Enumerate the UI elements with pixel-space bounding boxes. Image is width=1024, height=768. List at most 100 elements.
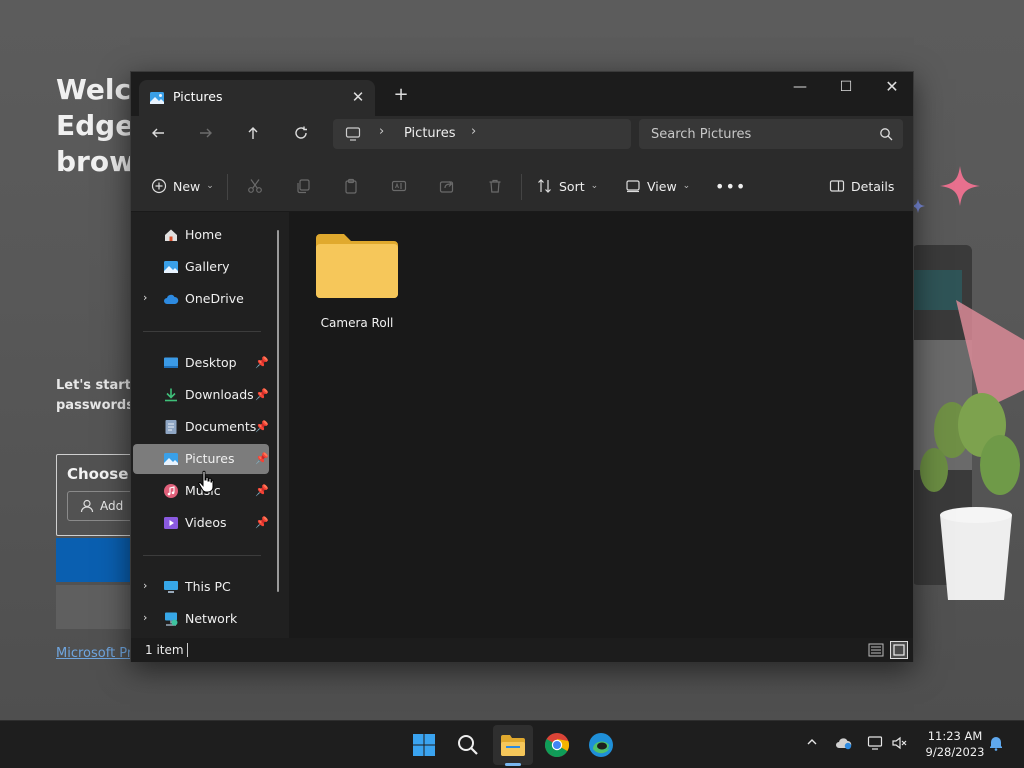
address-bar[interactable]: › Pictures › [333,119,631,149]
more-options-icon[interactable]: ••• [715,172,746,200]
chevron-right-icon[interactable]: › [143,611,147,624]
share-icon [439,181,454,193]
forward-arrow-icon [200,128,212,138]
decorative-plant-illustration [912,245,1024,600]
file-explorer-window: Pictures ✕ + — ☐ ✕ › Pictures › Search P… [130,71,914,662]
chevron-down-icon: ⌄ [682,181,691,191]
bell-icon [990,737,1002,751]
divider [227,174,228,200]
pin-icon[interactable]: 📌 [255,356,269,369]
chevron-down-icon: ⌄ [206,181,214,191]
close-tab-icon[interactable]: ✕ [347,86,369,108]
item-count: 1 item [145,643,184,657]
start-windows-icon[interactable] [408,729,440,761]
pin-icon[interactable]: 📌 [255,420,269,433]
speaker-muted-icon [892,736,907,750]
close-window-button[interactable]: ✕ [869,72,915,102]
title-bar: Pictures ✕ + — ☐ ✕ [131,72,913,116]
onedrive-tray-icon[interactable] [834,735,854,755]
maximize-button[interactable]: ☐ [823,72,869,102]
view-button[interactable]: View ⌄ [625,172,690,200]
sidebar-item-onedrive[interactable]: › OneDrive [133,284,269,314]
pin-icon[interactable]: 📌 [255,388,269,401]
breadcrumb-pictures[interactable]: Pictures [404,126,455,141]
cut-button[interactable] [247,172,263,200]
folder-item-camera-roll[interactable]: Camera Roll [311,230,403,334]
scissors-icon [248,179,262,193]
view-icon [626,180,640,193]
new-tab-button[interactable]: + [389,84,413,108]
active-app-indicator [505,763,521,766]
back-button[interactable] [143,120,173,150]
search-input[interactable] [651,125,861,143]
edge-icon[interactable] [585,729,617,761]
sidebar-item-label: Documents [185,419,257,434]
details-view-icon[interactable] [867,641,885,659]
sidebar-item-home[interactable]: Home [133,220,269,250]
hand-cursor-icon [198,470,214,493]
search-icon[interactable] [879,127,893,141]
chevron-up-icon[interactable] [802,735,822,755]
sparkle-icon [940,166,980,206]
network-tray-icon[interactable] [866,735,886,755]
refresh-button[interactable] [286,120,316,150]
navigation-pane: Home Gallery › OneDrive Desktop 📌 Downlo… [131,212,289,638]
tab-title: Pictures [173,89,223,104]
chevron-down-icon: ⌄ [590,181,599,191]
sidebar-item-videos[interactable]: Videos 📌 [133,508,269,538]
notification-bell-icon[interactable] [986,735,1006,755]
chevron-right-icon[interactable]: › [379,124,384,139]
search-icon[interactable] [452,729,484,761]
chevron-right-icon[interactable]: › [471,124,476,139]
sort-button[interactable]: Sort ⌄ [537,172,598,200]
plus-circle-icon [151,178,167,194]
pin-icon[interactable]: 📌 [255,516,269,529]
chevron-right-icon[interactable]: › [143,291,147,304]
rename-button[interactable] [391,172,407,200]
sidebar-item-documents[interactable]: Documents 📌 [133,412,269,442]
sidebar-item-gallery[interactable]: Gallery [133,252,269,282]
navigation-scrollbar[interactable] [277,230,279,592]
sidebar-item-desktop[interactable]: Desktop 📌 [133,348,269,378]
pin-icon[interactable]: 📌 [255,484,269,497]
large-icons-view-icon[interactable] [890,641,908,659]
minimize-button[interactable]: — [777,72,823,102]
back-arrow-icon [152,128,164,138]
computer-icon [164,581,178,593]
clipboard-icon [345,178,357,194]
up-button[interactable] [238,120,268,150]
refresh-icon [295,126,307,139]
delete-button[interactable] [487,172,503,200]
sort-label: Sort [559,178,585,194]
tab-pictures[interactable]: Pictures ✕ [139,80,375,116]
chrome-icon[interactable] [541,729,573,761]
share-button[interactable] [439,172,455,200]
folder-name: Camera Roll [320,316,394,330]
cloud-icon [836,738,852,750]
add-profile-label: Add [100,499,124,513]
sidebar-item-network[interactable]: › Network [133,604,269,634]
sidebar-item-this-pc[interactable]: › This PC [133,572,269,602]
paste-button[interactable] [343,172,359,200]
sidebar-item-label: Network [185,611,238,626]
new-button[interactable]: New ⌄ [151,172,214,200]
details-button[interactable]: Details [829,172,894,200]
copy-button[interactable] [295,172,311,200]
navigation-bar: › Pictures › [131,116,913,160]
view-label: View [647,178,677,194]
folder-icon[interactable] [497,729,529,761]
sidebar-item-label: Gallery [185,259,230,274]
sidebar-item-downloads[interactable]: Downloads 📌 [133,380,269,410]
video-icon [164,517,178,529]
volume-muted-icon[interactable] [890,735,910,755]
forward-button[interactable] [191,120,221,150]
home-icon [165,229,177,241]
trash-icon [489,179,501,193]
pin-icon[interactable]: 📌 [255,452,269,465]
file-list-area: Camera Roll [289,212,913,638]
chevron-right-icon[interactable]: › [143,579,147,592]
cloud-icon [164,294,179,304]
sidebar-item-label: Videos [185,515,227,530]
monitor-icon [345,127,361,141]
document-icon [165,420,177,434]
